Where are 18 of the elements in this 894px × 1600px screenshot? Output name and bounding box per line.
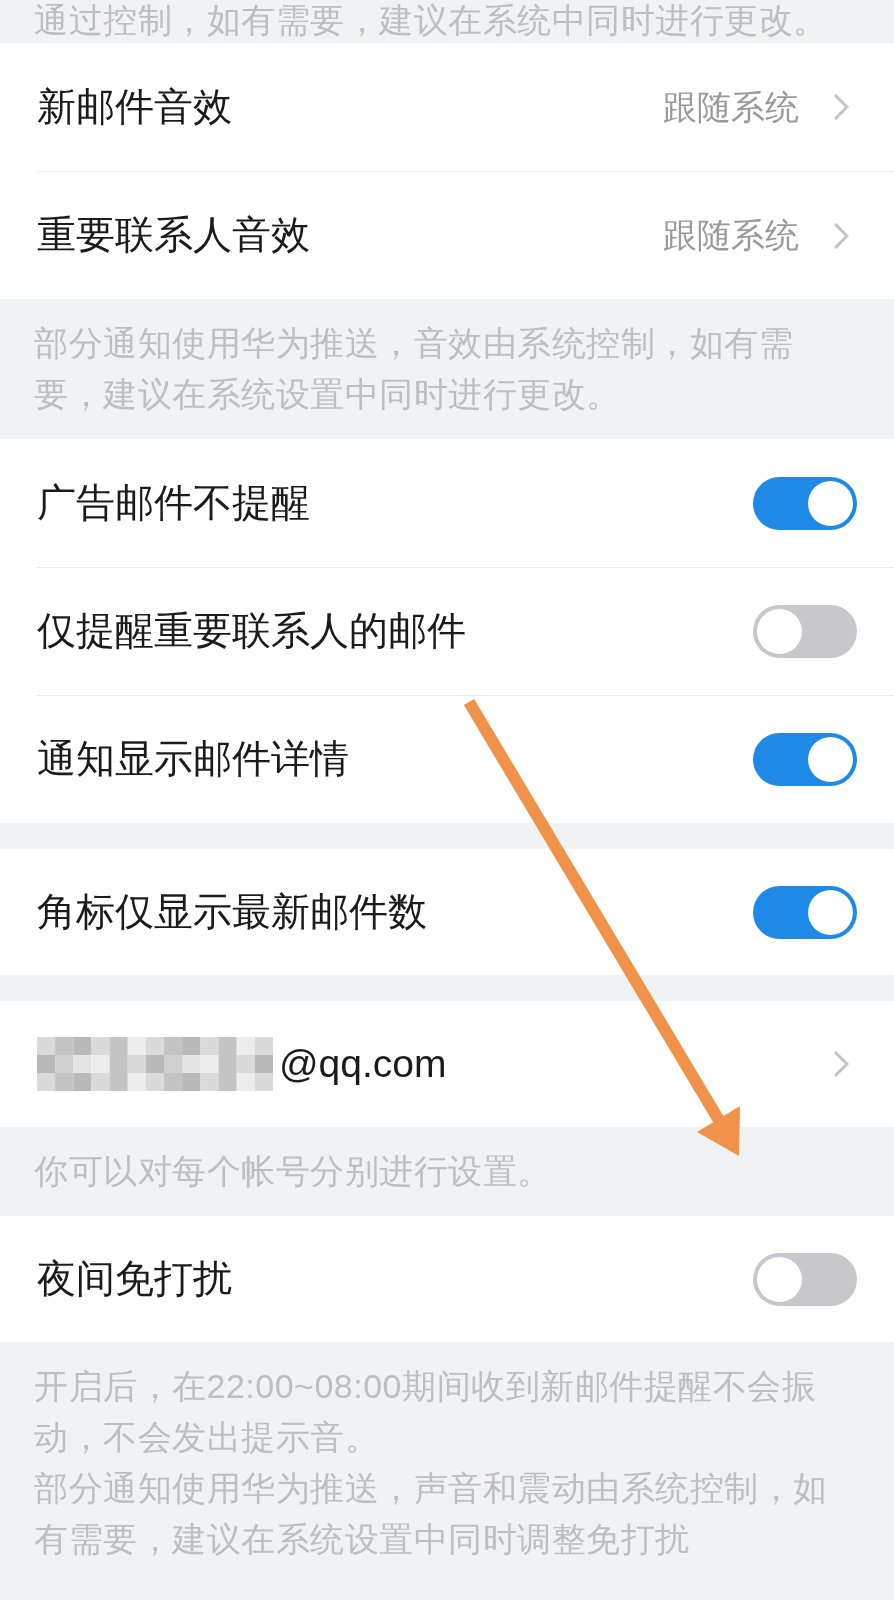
toggle-switch[interactable] [753, 476, 857, 530]
chevron-right-icon [833, 93, 849, 121]
setting-label[interactable]: 新邮件音效 [37, 83, 663, 131]
setting-value: 跟随系统 [663, 215, 799, 256]
toggle-switch[interactable] [753, 1252, 857, 1306]
account-email[interactable]: @qq.com [279, 1040, 447, 1088]
setting-value: 跟随系统 [663, 86, 799, 128]
toggle-switch[interactable] [753, 605, 857, 658]
chevron-right-icon [833, 1050, 849, 1078]
toggle-switch[interactable] [753, 885, 857, 939]
setting-label: 通知显示邮件详情 [37, 736, 350, 783]
setting-label[interactable]: 重要联系人音效 [37, 212, 663, 259]
setting-label: 广告邮件不提醒 [37, 479, 311, 526]
setting-label: 角标仅显示最新邮件数 [37, 888, 428, 935]
setting-label: 夜间免打扰 [37, 1255, 233, 1302]
chevron-right-icon [833, 221, 849, 250]
toggle-switch[interactable] [753, 733, 857, 786]
setting-label: 仅提醒重要联系人的邮件 [37, 608, 467, 655]
